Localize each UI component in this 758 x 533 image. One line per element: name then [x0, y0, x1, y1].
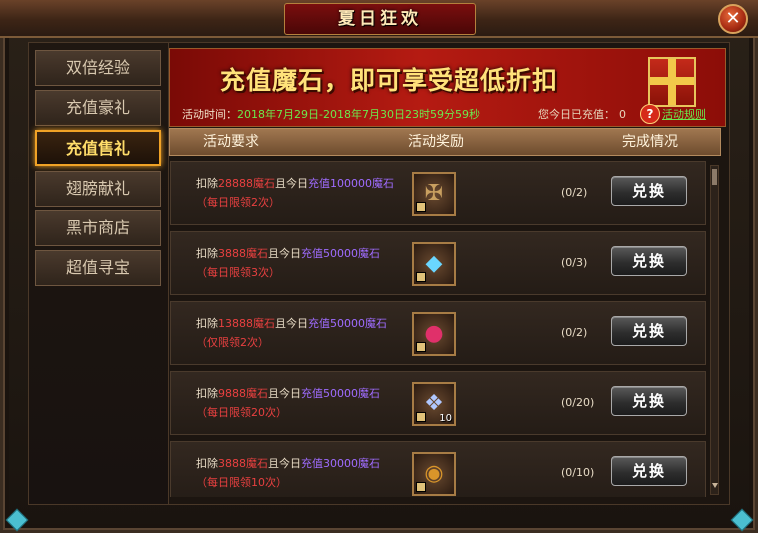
redeem-button[interactable]: 兑换 [611, 386, 687, 416]
deduct-prefix: 扣除 [196, 457, 218, 470]
scroll-thumb[interactable] [712, 169, 717, 185]
reward-slot[interactable]: ❖ 10 [412, 382, 456, 426]
claim-limit: （每日限领3次） [196, 266, 280, 279]
redeem-button[interactable]: 兑换 [611, 316, 687, 346]
gift-box-icon [648, 57, 696, 107]
requirement-joiner: 且今日 [268, 247, 301, 260]
tab-double-exp[interactable]: 双倍经验 [35, 50, 161, 86]
deduct-amount: 13888魔石 [218, 317, 275, 330]
recharge-amount: 充值100000魔石 [308, 177, 394, 190]
banner-headline: 充值魔石，即可享受超低折扣 [220, 66, 559, 95]
deduct-amount: 28888魔石 [218, 177, 275, 190]
requirement-joiner: 且今日 [275, 177, 308, 190]
event-rules-link[interactable]: 活动规则 [662, 107, 706, 123]
progress-count: (0/20) [561, 396, 595, 409]
requirement-joiner: 且今日 [275, 317, 308, 330]
tab-recharge-gifts[interactable]: 充值豪礼 [35, 90, 161, 126]
recharge-amount: 充值50000魔石 [308, 317, 387, 330]
requirement-text: 扣除3888魔石且今日充值50000魔石 [196, 245, 380, 261]
table-header: 活动要求 活动奖励 完成情况 [169, 128, 721, 156]
lock-icon [416, 272, 426, 282]
deduct-prefix: 扣除 [196, 247, 218, 260]
progress-count: (0/3) [561, 256, 588, 269]
close-icon: ✕ [725, 8, 741, 29]
requirement-joiner: 且今日 [268, 387, 301, 400]
deduct-amount: 9888魔石 [218, 387, 268, 400]
reward-row: 扣除13888魔石且今日充值50000魔石 （仅限领2次） ● (0/2) 兑换 [170, 301, 706, 365]
tab-recharge-sale[interactable]: 充值售礼 [35, 130, 161, 166]
lock-icon [416, 412, 426, 422]
progress-count: (0/10) [561, 466, 595, 479]
recharge-amount: 充值30000魔石 [301, 457, 380, 470]
claim-limit: （仅限领2次） [196, 336, 269, 349]
progress-count: (0/2) [561, 186, 588, 199]
help-icon[interactable]: ? [640, 104, 660, 124]
close-button[interactable]: ✕ [718, 4, 748, 34]
deduct-prefix: 扣除 [196, 177, 218, 190]
lock-icon [416, 202, 426, 212]
claim-limit: （每日限领10次） [196, 476, 287, 489]
lock-icon [416, 342, 426, 352]
event-time-label: 活动时间： [182, 108, 237, 121]
title-bar: 夏日狂欢 ✕ [0, 0, 758, 38]
recharge-amount: 充值50000魔石 [301, 247, 380, 260]
reward-slot[interactable]: ◉ [412, 452, 456, 496]
tab-sidebar: 双倍经验 充值豪礼 充值售礼 翅膀献礼 黑市商店 超值寻宝 [28, 42, 170, 505]
lock-icon [416, 482, 426, 492]
today-recharge: 您今日已充值： 0 [538, 107, 626, 123]
tab-black-market[interactable]: 黑市商店 [35, 210, 161, 246]
redeem-button[interactable]: 兑换 [611, 456, 687, 486]
reward-quantity: 10 [439, 413, 452, 424]
promo-banner: 充值魔石，即可享受超低折扣 活动时间：2018年7月29日-2018年7月30日… [169, 48, 726, 127]
deduct-prefix: 扣除 [196, 387, 218, 400]
reward-row: 扣除9888魔石且今日充值50000魔石 （每日限领20次） ❖ 10 (0/20) 兑换 [170, 371, 706, 435]
scrollbar[interactable] [710, 165, 719, 495]
reward-slot[interactable]: ◆ [412, 242, 456, 286]
deduct-amount: 3888魔石 [218, 247, 268, 260]
scroll-down-icon[interactable] [712, 483, 718, 488]
header-status: 完成情况 [622, 134, 678, 150]
claim-limit: （每日限领2次） [196, 196, 280, 209]
progress-count: (0/2) [561, 326, 588, 339]
requirement-text: 扣除3888魔石且今日充值30000魔石 [196, 455, 380, 471]
deduct-prefix: 扣除 [196, 317, 218, 330]
tab-treasure-hunt[interactable]: 超值寻宝 [35, 250, 161, 286]
window-title: 夏日狂欢 [284, 3, 476, 35]
event-time: 活动时间：2018年7月29日-2018年7月30日23时59分59秒 [182, 107, 480, 123]
tab-wing-gifts[interactable]: 翅膀献礼 [35, 171, 161, 207]
reward-slot[interactable]: ● [412, 312, 456, 356]
reward-row: 扣除3888魔石且今日充值50000魔石 （每日限领3次） ◆ (0/3) 兑换 [170, 231, 706, 295]
today-recharge-value: 0 [619, 108, 626, 121]
reward-row: 扣除28888魔石且今日充值100000魔石 （每日限领2次） ✠ (0/2) 兑换 [170, 161, 706, 225]
claim-limit: （每日限领20次） [196, 406, 287, 419]
requirement-text: 扣除28888魔石且今日充值100000魔石 [196, 175, 394, 191]
requirement-text: 扣除9888魔石且今日充值50000魔石 [196, 385, 380, 401]
requirement-text: 扣除13888魔石且今日充值50000魔石 [196, 315, 387, 331]
header-requirement: 活动要求 [203, 134, 259, 150]
recharge-amount: 充值50000魔石 [301, 387, 380, 400]
today-recharge-label: 您今日已充值： [538, 108, 615, 121]
redeem-button[interactable]: 兑换 [611, 246, 687, 276]
requirement-joiner: 且今日 [268, 457, 301, 470]
reward-row: 扣除3888魔石且今日充值30000魔石 （每日限领10次） ◉ (0/10) 兑换 [170, 441, 706, 497]
content-panel: 充值魔石，即可享受超低折扣 活动时间：2018年7月29日-2018年7月30日… [168, 42, 730, 505]
redeem-button[interactable]: 兑换 [611, 176, 687, 206]
reward-list[interactable]: 扣除28888魔石且今日充值100000魔石 （每日限领2次） ✠ (0/2) 兑换 扣除… [169, 159, 709, 497]
deduct-amount: 3888魔石 [218, 457, 268, 470]
reward-slot[interactable]: ✠ [412, 172, 456, 216]
header-reward: 活动奖励 [408, 134, 464, 150]
event-time-value: 2018年7月29日-2018年7月30日23时59分59秒 [237, 108, 480, 121]
